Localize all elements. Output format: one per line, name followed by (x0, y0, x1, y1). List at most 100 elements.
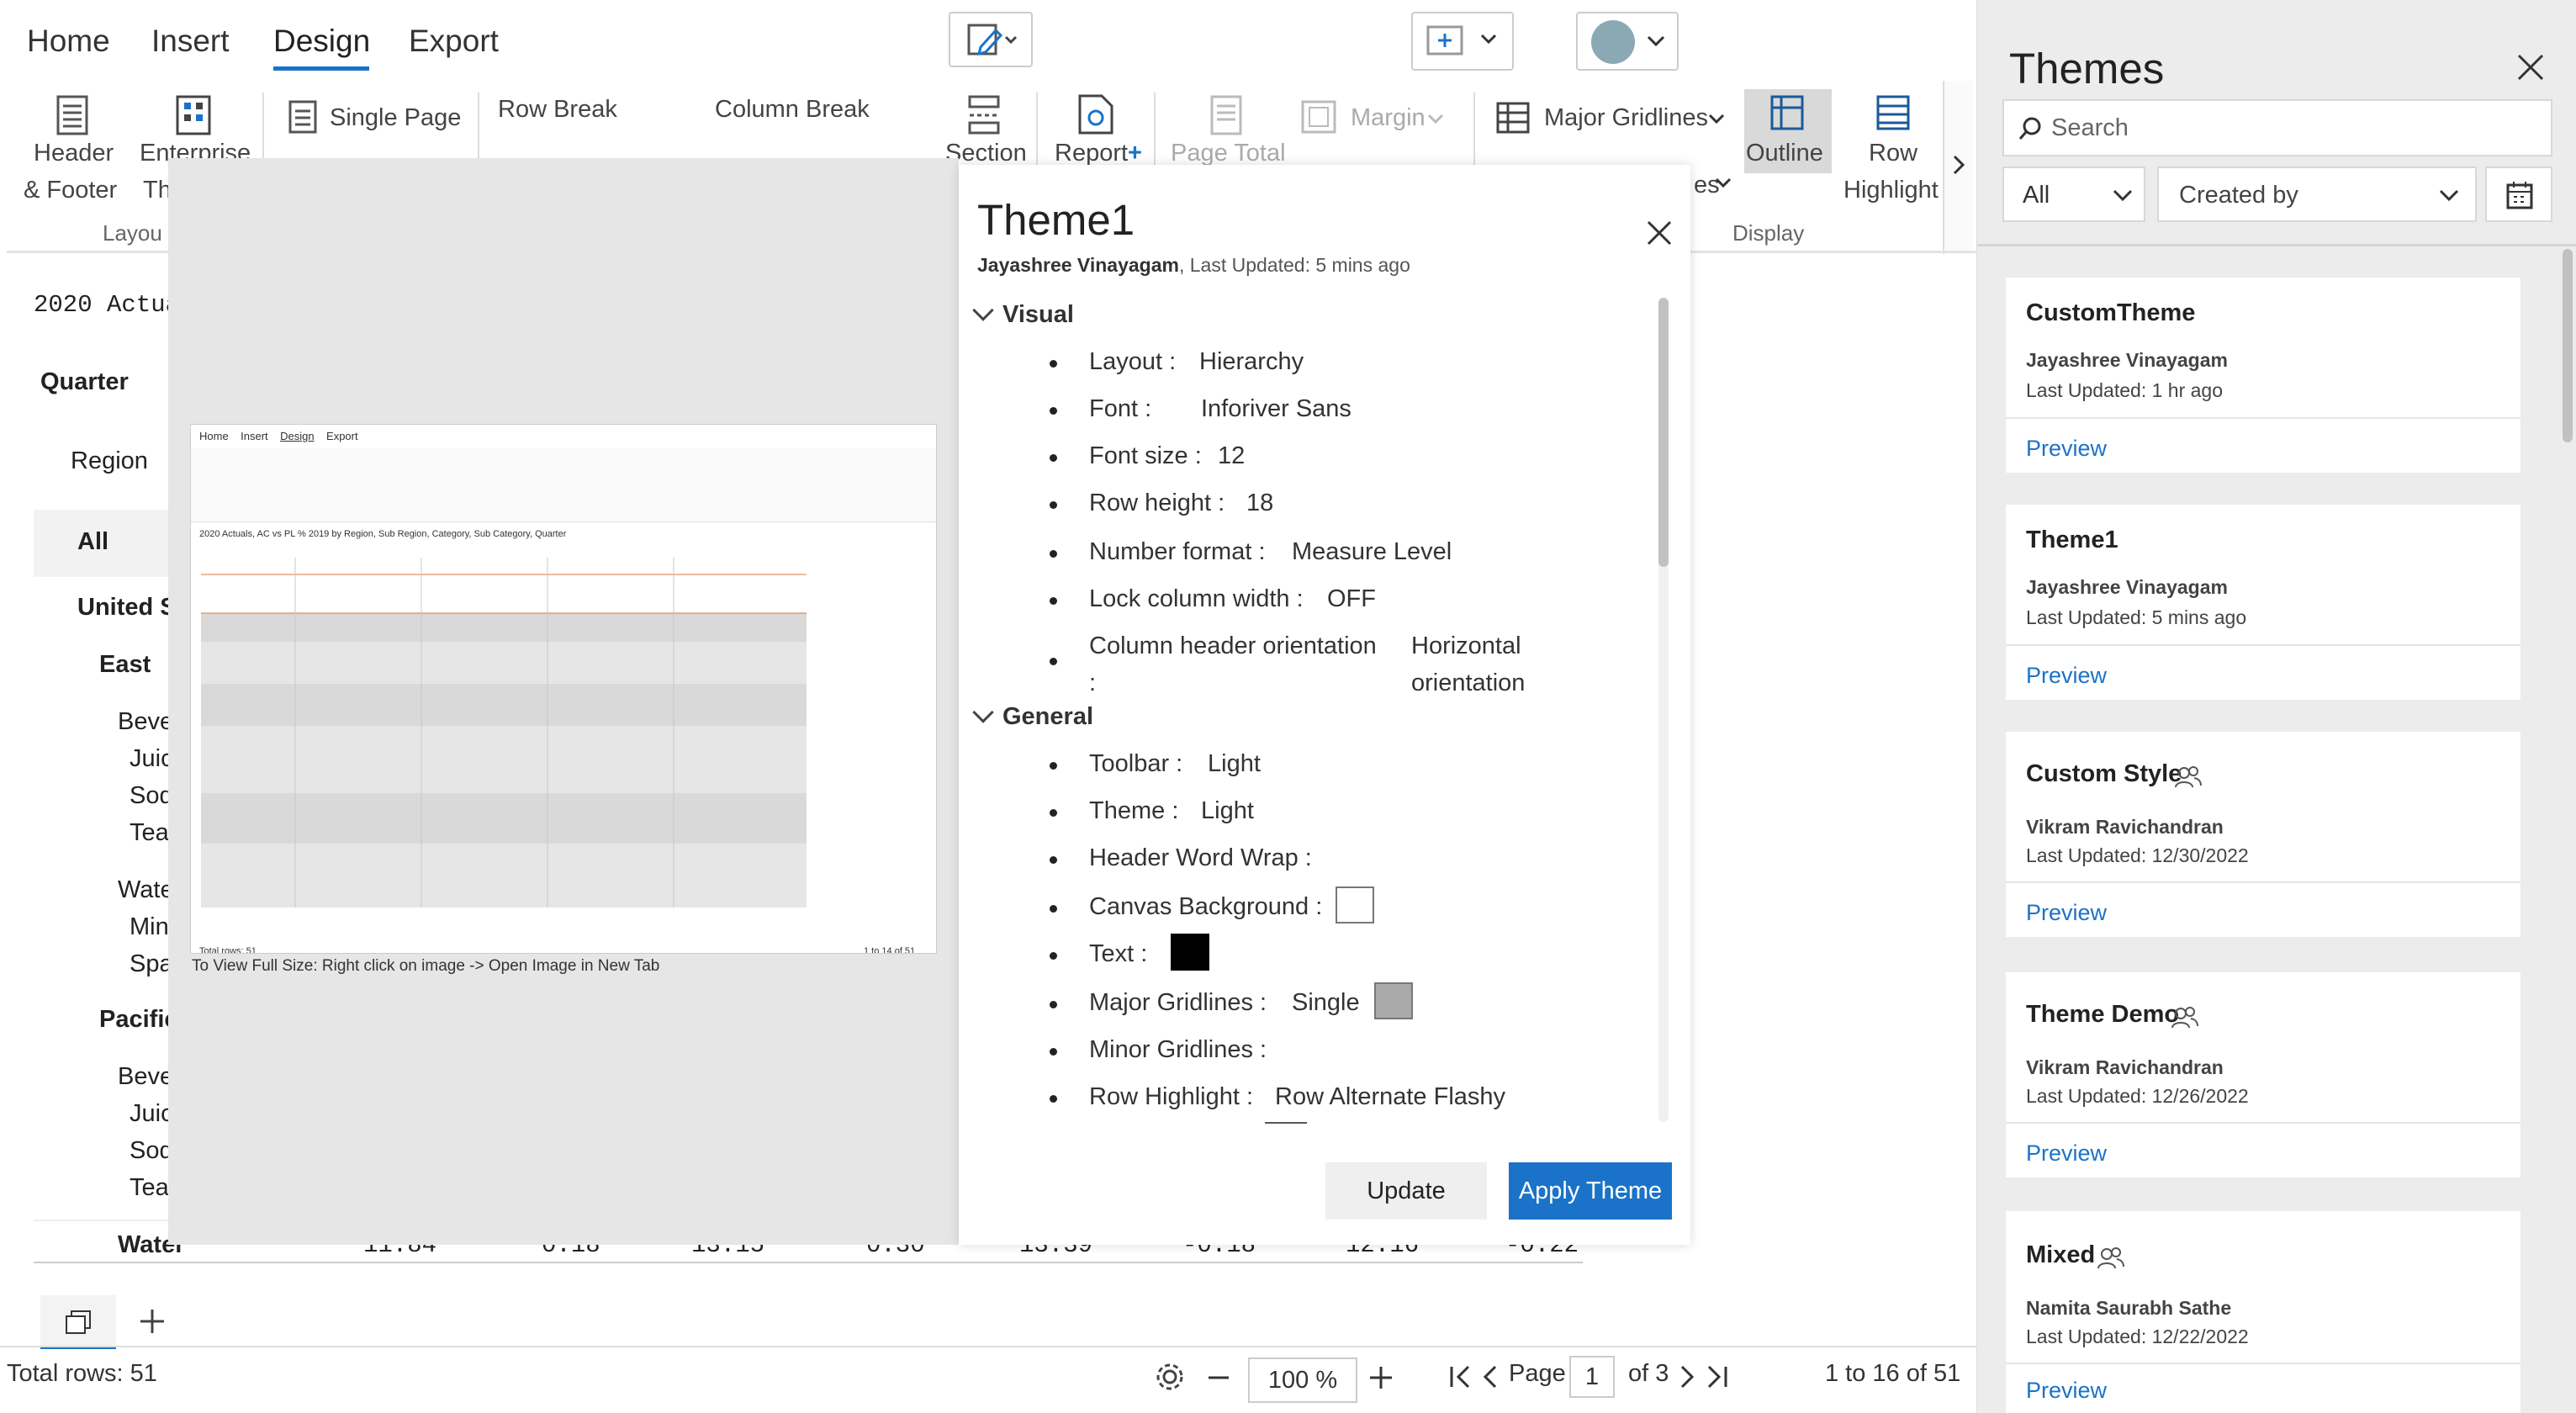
bullet (1050, 454, 1057, 462)
theme-preview-image: Home Insert Design Export 2020 Actuals, … (190, 424, 937, 954)
theme-card-preview-link[interactable]: Preview (2026, 663, 2107, 689)
prop-label: Minor Gridlines : (1089, 1036, 1267, 1063)
preview-caption: To View Full Size: Right click on image … (192, 957, 660, 975)
panel-scrollbar-thumb[interactable] (2563, 249, 2573, 442)
tab-export[interactable]: Export (409, 24, 499, 59)
previous-page-icon[interactable] (1480, 1364, 1500, 1389)
theme-details-dialog: Theme1 Jayashree Vinayagam, Last Updated… (959, 165, 1690, 1245)
bullet (1050, 360, 1057, 368)
panel-divider (1977, 244, 2576, 246)
dialog-scrollbar[interactable] (1658, 298, 1669, 1122)
page-total-button[interactable]: Page Total (1171, 140, 1286, 167)
shared-users-icon (2171, 1007, 2198, 1029)
group-layout-label: Layou (103, 220, 162, 246)
dialog-updated: , Last Updated: 5 mins ago (1178, 254, 1410, 276)
settings-gear-icon[interactable] (1152, 1359, 1187, 1394)
zoom-out-icon[interactable] (1206, 1369, 1231, 1386)
theme-card-author: Vikram Ravichandran (2026, 1056, 2224, 1078)
theme-card[interactable]: Theme Demo Vikram Ravichandran Last Upda… (2006, 972, 2520, 1178)
prop-value: Row Alternate Flashy (1275, 1083, 1506, 1110)
theme-card-name: Theme1 (2026, 527, 2118, 553)
first-page-icon[interactable] (1448, 1364, 1473, 1389)
shared-users-icon (2175, 766, 2202, 788)
section-general[interactable]: General (1002, 703, 1093, 731)
tab-home[interactable]: Home (27, 24, 110, 59)
theme-card-preview-link[interactable]: Preview (2026, 436, 2107, 462)
tab-insert[interactable]: Insert (151, 24, 230, 59)
theme-card-updated: Last Updated: 12/30/2022 (2026, 844, 2249, 866)
dialog-title: Theme1 (977, 196, 1135, 244)
edit-mode-button[interactable] (949, 12, 1033, 67)
margin-button[interactable]: Margin (1351, 104, 1426, 132)
next-page-icon[interactable] (1677, 1364, 1697, 1389)
close-icon[interactable] (2515, 52, 2546, 82)
avatar-menu[interactable] (1576, 12, 1679, 71)
grid-row-label: Min (130, 913, 169, 940)
ribbon-scroll-right[interactable] (1943, 81, 1973, 254)
chevron-down-icon (1647, 35, 1665, 47)
filter-created-by-select[interactable]: Created by (2157, 167, 2477, 222)
major-gridlines-button[interactable]: Major Gridlines (1544, 104, 1708, 132)
apply-theme-button[interactable]: Apply Theme (1509, 1162, 1672, 1220)
theme-card-divider (2006, 1363, 2520, 1364)
prop-label: Font : (1089, 395, 1152, 422)
header-footer-button[interactable]: Header (34, 140, 114, 167)
page-input[interactable]: 1 (1569, 1356, 1615, 1398)
sheet-tab[interactable] (40, 1295, 116, 1349)
theme-card-divider (2006, 1122, 2520, 1124)
text-color-swatch[interactable] (1171, 934, 1209, 971)
prop-label: Row height : (1089, 490, 1225, 516)
theme-card[interactable]: CustomTheme Jayashree Vinayagam Last Upd… (2006, 278, 2520, 473)
active-tab-underline (273, 66, 369, 71)
single-page-button[interactable]: Single Page (330, 104, 461, 132)
section-visual[interactable]: Visual (1002, 301, 1074, 329)
tab-design[interactable]: Design (273, 24, 370, 59)
row-highlight-button[interactable]: Row (1869, 140, 1917, 167)
close-icon[interactable] (1645, 219, 1674, 247)
last-page-icon[interactable] (1704, 1364, 1729, 1389)
calendar-icon (2506, 182, 2533, 209)
bullet (1050, 1095, 1057, 1103)
dialog-scrollbar-thumb[interactable] (1658, 298, 1669, 567)
themes-panel: Themes Search All Created by CustomTheme… (1976, 0, 2576, 1413)
mini-title: 2020 Actuals, AC vs PL % 2019 by Region,… (199, 529, 567, 539)
row-highlight-label: Highlight (1843, 177, 1939, 204)
prop-value: Single (1292, 989, 1360, 1016)
filter-created-by-value: Created by (2179, 182, 2298, 209)
grid-row-label: Beve (118, 708, 174, 735)
bullet (1050, 1048, 1057, 1056)
prop-value: Measure Level (1292, 538, 1452, 565)
theme-card-author: Jayashree Vinayagam (2026, 349, 2228, 371)
prop-label: : (1089, 669, 1097, 696)
chevron-down-icon[interactable] (972, 701, 994, 723)
theme-card-preview-link[interactable]: Preview (2026, 900, 2107, 926)
canvas-background-swatch[interactable] (1336, 886, 1374, 923)
theme-card[interactable]: Mixed Namita Saurabh Sathe Last Updated:… (2006, 1211, 2520, 1413)
chevron-down-icon (2439, 189, 2459, 202)
theme-card[interactable]: Theme1 Jayashree Vinayagam Last Updated:… (2006, 505, 2520, 700)
zoom-input[interactable]: 100 % (1248, 1357, 1357, 1403)
mini-footer-right: 1 to 14 of 51 (864, 946, 916, 954)
calendar-button[interactable] (2485, 167, 2552, 222)
grid-row-label: Beve (118, 1063, 174, 1090)
filter-all-select[interactable]: All (2002, 167, 2145, 222)
add-sheet-icon[interactable] (138, 1307, 167, 1336)
page-label: Page (1509, 1360, 1566, 1387)
column-break-label: Column Break (715, 96, 870, 123)
theme-card-preview-link[interactable]: Preview (2026, 1140, 2107, 1167)
mini-footer-left: Total rows: 51 (199, 946, 257, 954)
chevron-down-icon[interactable] (972, 299, 994, 321)
gridlines-color-swatch[interactable] (1374, 982, 1413, 1019)
single-page-icon (288, 100, 317, 134)
zoom-in-icon[interactable] (1367, 1364, 1394, 1391)
theme-card-name: Mixed (2026, 1241, 2096, 1268)
theme-card-author: Namita Saurabh Sathe (2026, 1297, 2232, 1319)
report-button[interactable]: Report+ (1055, 140, 1142, 167)
ribbon-separator (1154, 93, 1156, 177)
update-button[interactable]: Update (1325, 1162, 1487, 1220)
theme-card-name: Theme Demo (2026, 1001, 2180, 1028)
comment-button[interactable] (1411, 12, 1514, 71)
theme-card[interactable]: Custom Style Vikram Ravichandran Last Up… (2006, 732, 2520, 937)
search-input[interactable]: Search (2002, 99, 2552, 156)
theme-card-preview-link[interactable]: Preview (2026, 1378, 2107, 1404)
